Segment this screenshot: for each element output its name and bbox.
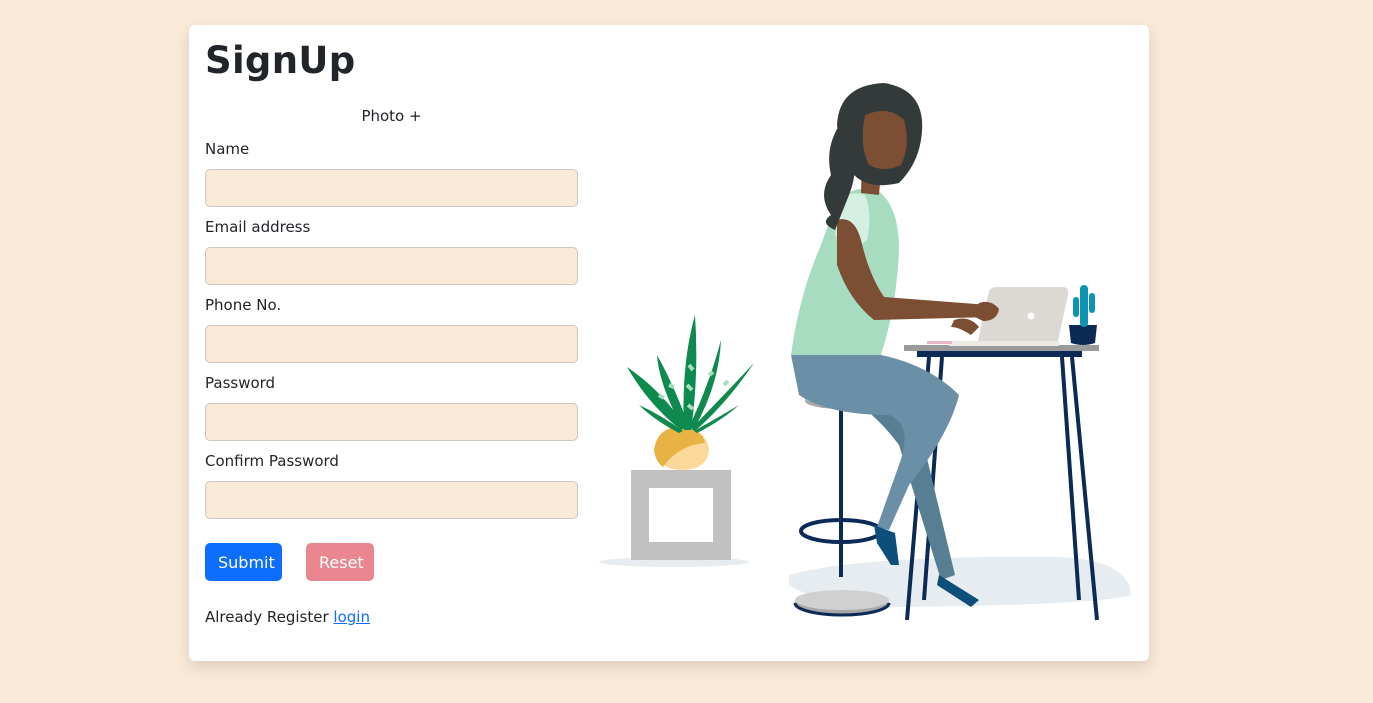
woman-at-laptop-illustration [599, 83, 1131, 621]
submit-button[interactable]: Submit [205, 543, 282, 581]
page-title: SignUp [205, 39, 356, 82]
password-label: Password [205, 374, 276, 392]
email-field[interactable] [205, 247, 578, 285]
reset-button[interactable]: Reset [306, 543, 374, 581]
cactus-plant [1069, 285, 1097, 345]
potted-plant [627, 315, 754, 470]
signup-card: SignUp Photo + Name Email address Phone … [189, 25, 1149, 661]
confirm-password-label: Confirm Password [205, 452, 339, 470]
phone-field[interactable] [205, 325, 578, 363]
email-label: Email address [205, 218, 311, 236]
plant-stand [631, 470, 731, 560]
phone-label: Phone No. [205, 296, 282, 314]
password-field[interactable] [205, 403, 578, 441]
login-prompt-text: Already Register [205, 608, 329, 626]
add-photo-button[interactable]: Photo + [205, 107, 578, 125]
name-label: Name [205, 140, 250, 158]
login-link[interactable]: login [333, 608, 370, 626]
name-field[interactable] [205, 169, 578, 207]
confirm-password-field[interactable] [205, 481, 578, 519]
login-prompt: Already Register login [205, 607, 370, 627]
